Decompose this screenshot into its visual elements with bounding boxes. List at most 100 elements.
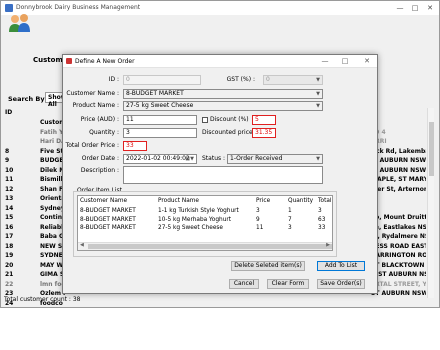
dialog-title: Define A New Order — [75, 58, 135, 65]
delete-selected-button[interactable]: Delete Seleted item(s) — [231, 261, 305, 271]
product-name-select[interactable]: 27-5 kg Sweet Cheese ▼ — [123, 101, 323, 111]
table-row[interactable]: 8-BUDGET MARKET 27-5 kg Sweet Cheese 11 3 33… — [78, 224, 332, 232]
list-item[interactable]: 12Shan Foc — [5, 185, 65, 195]
quantity-label: Quantity : — [89, 129, 119, 136]
dialog-close-icon[interactable]: ✕ — [361, 56, 373, 67]
scroll-right-icon[interactable]: ▶ — [326, 242, 330, 248]
list-item[interactable]: 20MAY WAR — [5, 261, 65, 271]
scrollbar-thumb[interactable] — [429, 122, 434, 176]
list-item-id: 22 — [5, 280, 14, 288]
horizontal-scrollbar[interactable]: ◀ ▶ — [78, 242, 332, 250]
horizontal-scrollbar-thumb[interactable] — [88, 244, 332, 249]
list-item-id: 10 — [5, 166, 14, 174]
search-by-label: Search By : — [8, 95, 50, 103]
order-date-label: Order Date : — [81, 155, 119, 162]
product-name-label: Product Name : — [72, 102, 119, 109]
minimize-icon[interactable]: — — [395, 3, 405, 13]
list-item[interactable]: 15Continer — [5, 213, 65, 223]
discounted-price-label: Discounted price : — [202, 129, 257, 136]
list-header-id: ID — [5, 109, 13, 116]
list-item-id: 8 — [5, 147, 10, 155]
list-item[interactable]: 17Baba G v — [5, 232, 65, 242]
list-item-id: 18 — [5, 242, 14, 250]
discounted-price-field[interactable]: 31.35 — [252, 128, 276, 138]
vertical-scrollbar[interactable] — [427, 108, 434, 298]
status-select[interactable]: 1-Order Received ▼ — [227, 154, 323, 164]
table-cell: 1 — [288, 208, 292, 214]
discount-field[interactable]: 5 — [252, 115, 276, 125]
list-item-id: 17 — [5, 233, 14, 240]
customers-logo-icon — [7, 13, 33, 35]
list-item-address: OAD, AUBURN NS — [371, 299, 426, 301]
id-field[interactable]: 0 — [123, 75, 201, 85]
table-cell: 33 — [318, 225, 326, 231]
list-item[interactable]: 9 BUDGET — [5, 156, 65, 166]
list-item-address: st, Rydalmere NSW — [371, 233, 426, 240]
list-item[interactable]: Hari DAH — [5, 137, 65, 147]
table-row[interactable]: 8-BUDGET MARKET 10-5 kg Merhaba Yoghurt 9 7… — [78, 216, 332, 224]
price-field[interactable]: 11 — [123, 115, 197, 125]
clear-form-button[interactable]: Clear Form — [267, 279, 309, 289]
column-header[interactable]: Customer Name — [80, 197, 127, 205]
list-item-address — [371, 204, 426, 214]
order-date-picker[interactable]: 2022-01-02 00:49:02 ▦▼ — [123, 154, 197, 164]
list-item[interactable]: 22lmn food — [5, 280, 65, 290]
list-item-id: 15 — [5, 214, 14, 221]
column-header[interactable]: Product Name — [158, 197, 199, 205]
column-header[interactable]: Price — [256, 197, 270, 205]
add-to-list-button[interactable]: Add To List — [317, 261, 365, 271]
table-cell: 1-1 kg Turkish Style Yoghurt — [158, 208, 239, 214]
list-item-address: ERTAL STREET, YATA — [371, 280, 426, 288]
list-item-address: ST AUBURN NSW — [371, 290, 426, 297]
close-icon[interactable]: ✕ — [425, 3, 435, 13]
list-item[interactable]: Custome — [5, 118, 65, 128]
table-cell: 10-5 kg Merhaba Yoghurt — [158, 216, 232, 223]
order-item-table-header: Customer Name Product Name Price Quantity To… — [78, 197, 332, 205]
customer-list-right: 00 4 ERRI rick Rd, Lakemba N d, AUBURN NSW … — [371, 108, 426, 301]
list-item-address: 00 4 — [371, 128, 386, 136]
list-item-address: oo, Mount Druitt NS — [371, 214, 426, 221]
table-cell: 63 — [318, 216, 326, 223]
customer-name-select[interactable]: 8-BUDGET MARKET ▼ — [123, 89, 323, 99]
main-title-bar: Donnybrook Dairy Business Management — □… — [1, 1, 439, 15]
table-row[interactable]: 8-BUDGET MARKET 1-1 kg Turkish Style Yogh… — [78, 207, 332, 215]
list-item[interactable]: 11Bismillah — [5, 175, 65, 185]
cancel-button[interactable]: Cancel — [229, 279, 259, 289]
list-item[interactable]: 16 Reliable — [5, 223, 65, 233]
gst-select[interactable]: 0 ▼ — [263, 75, 323, 85]
description-label: Description : — [80, 167, 119, 174]
list-item[interactable]: 19 SYDNEY — [5, 251, 65, 261]
main-window-title: Donnybrook Dairy Business Management — [16, 4, 141, 11]
scroll-left-icon[interactable]: ◀ — [80, 242, 84, 248]
total-order-price-field[interactable]: 33 — [123, 141, 147, 151]
list-item[interactable]: Fatih YA — [5, 128, 65, 138]
list-item[interactable]: 8Five Star — [5, 147, 65, 157]
list-item-address: d, AUBURN NSW — [371, 166, 426, 174]
table-cell: 27-5 kg Sweet Cheese — [158, 225, 223, 231]
column-header[interactable]: Total Price — [318, 197, 332, 205]
description-field[interactable] — [123, 166, 323, 184]
column-header[interactable]: Quantity — [288, 197, 313, 205]
list-item[interactable]: 21GIMA SU — [5, 270, 65, 280]
quantity-field[interactable]: 3 — [123, 128, 197, 138]
list-item-id: 12 — [5, 185, 14, 193]
maximize-icon[interactable]: □ — [410, 3, 420, 13]
dialog-maximize-icon[interactable]: □ — [339, 56, 351, 67]
save-orders-button[interactable]: Save Order(s) — [317, 279, 365, 289]
list-item-address: mer St, Arternon NS — [371, 185, 426, 193]
list-item-address: ERRI — [371, 138, 387, 145]
calendar-icon[interactable]: ▦▼ — [185, 155, 194, 163]
list-item-id: 20 — [5, 261, 14, 269]
list-item[interactable]: 18NEW STA — [5, 242, 65, 252]
discount-label: Discount (%) — [210, 116, 249, 123]
table-cell: 9 — [256, 216, 260, 223]
dialog-minimize-icon[interactable]: — — [319, 56, 331, 67]
list-item-address — [371, 118, 426, 128]
table-cell: 3 — [318, 208, 322, 214]
list-item-address: CARRINGTON ROAD — [371, 252, 426, 259]
list-item[interactable]: 13 Oriental — [5, 194, 65, 204]
list-item[interactable]: 14Sydney A — [5, 204, 65, 214]
order-item-table[interactable]: Customer Name Product Name Price Quantity To… — [77, 195, 333, 251]
discount-checkbox[interactable] — [202, 117, 208, 123]
list-item[interactable]: 10Dilek Ma — [5, 166, 65, 176]
